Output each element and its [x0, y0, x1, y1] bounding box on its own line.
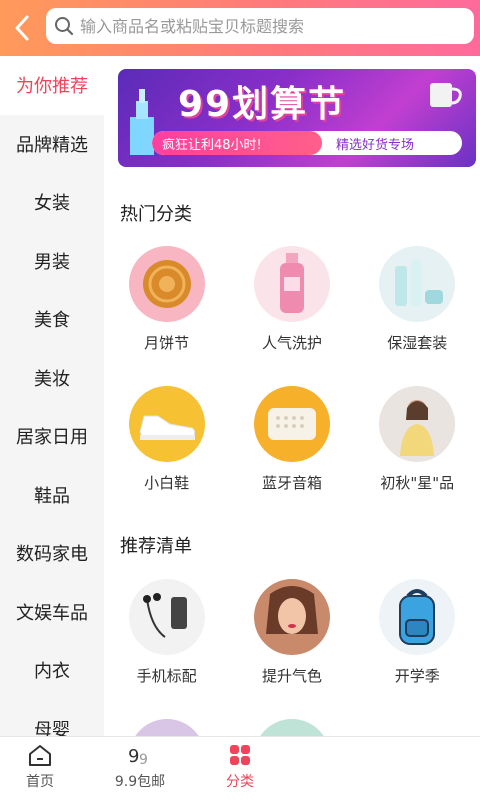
home-icon: [29, 745, 51, 766]
hot-item-label: 蓝牙音箱: [261, 474, 322, 492]
sidebar-item-food[interactable]: 美食: [0, 290, 104, 349]
sidebar-item-men[interactable]: 男装: [0, 232, 104, 291]
hot-item-label: 保湿套装: [387, 334, 448, 352]
recommend-grid: 手机标配 提升气色 开学季: [104, 579, 480, 736]
hot-item-white-shoes[interactable]: 小白鞋: [104, 386, 229, 494]
svg-text:9: 9: [139, 752, 148, 767]
sidebar-item-beauty[interactable]: 美妆: [0, 349, 104, 408]
hot-item-label: 月饼节: [144, 334, 190, 352]
banner-title: 99划算节: [178, 84, 347, 125]
sidebar-item-entertainment[interactable]: 文娱车品: [0, 583, 104, 642]
tab-home[interactable]: 首页: [0, 737, 80, 800]
skincare-set-icon: [395, 260, 444, 306]
tab-label: 首页: [26, 774, 54, 790]
hot-item-label: 人气洗护: [261, 334, 322, 352]
banner-pill: 疯狂让利48小时! 精选好货专场: [152, 131, 462, 155]
hot-item-mooncake[interactable]: 月饼节: [104, 246, 229, 354]
banner-left-text: 疯狂让利48小时!: [152, 131, 322, 155]
sidebar-item-baby[interactable]: 母婴: [0, 700, 104, 736]
recommend-item-back-to-school[interactable]: 开学季: [355, 579, 480, 687]
recommend-item-complexion[interactable]: 提升气色: [229, 579, 354, 687]
person-icon: [400, 400, 435, 456]
back-button[interactable]: [0, 0, 44, 56]
speaker-image: [253, 386, 330, 462]
shampoo-image: [253, 246, 330, 322]
tab-label: 9.9包邮: [114, 774, 166, 790]
chevron-left-icon: [15, 15, 29, 41]
face-icon: [265, 586, 318, 634]
banner-right-text: 精选好货专场: [336, 137, 415, 153]
sneaker-icon: [139, 415, 195, 440]
svg-text:9: 9: [128, 746, 139, 767]
hot-item-label: 初秋"星"品: [380, 474, 455, 492]
recommend-item-label: 手机标配: [136, 667, 197, 685]
sidebar-item-digital[interactable]: 数码家电: [0, 524, 104, 583]
sidebar-item-home[interactable]: 居家日用: [0, 407, 104, 466]
earphones-icon: [142, 593, 187, 638]
search-icon: [55, 17, 74, 36]
backpack-icon: [399, 589, 436, 645]
sidebar-item-shoes[interactable]: 鞋品: [0, 466, 104, 525]
bottom-nav: 首页 9 9 9.9包邮 分类: [0, 736, 480, 800]
skincare-image: [379, 246, 456, 322]
tab-label: 分类: [226, 774, 254, 790]
sidebar-item-brand[interactable]: 品牌精选: [0, 115, 104, 174]
recommend-item-partial[interactable]: [229, 719, 354, 736]
hot-item-autumn-star[interactable]: 初秋"星"品: [355, 386, 480, 494]
hot-item-haircare[interactable]: 人气洗护: [229, 246, 354, 354]
tab-category[interactable]: 分类: [200, 737, 280, 800]
sidebar-item-women[interactable]: 女装: [0, 173, 104, 232]
partial-image: [128, 719, 205, 736]
hot-item-moisturizing[interactable]: 保湿套装: [355, 246, 480, 354]
sidebar-item-recommend[interactable]: 为你推荐: [0, 56, 104, 115]
nine-nine-icon: 9 9: [128, 746, 148, 767]
category-grid-icon: [230, 745, 250, 765]
tab-nine-nine[interactable]: 9 9 9.9包邮: [100, 737, 180, 800]
hot-category-grid: 月饼节 人气洗护 保湿套装 小白鞋 蓝牙音箱 初秋"星"品: [104, 246, 480, 494]
category-sidebar: 为你推荐 品牌精选 女装 男装 美食 美妆 居家日用 鞋品 数码家电 文娱车品 …: [0, 56, 104, 736]
promo-banner[interactable]: 99划算节 疯狂让利48小时! 精选好货专场: [118, 69, 476, 167]
sidebar-item-underwear[interactable]: 内衣: [0, 641, 104, 700]
hot-section-title: 热门分类: [120, 204, 192, 225]
top-bar: [0, 0, 480, 56]
hot-item-bt-speaker[interactable]: 蓝牙音箱: [229, 386, 354, 494]
recommend-item-partial[interactable]: [104, 719, 229, 736]
recommend-item-phone-accessories[interactable]: 手机标配: [104, 579, 229, 687]
hot-item-label: 小白鞋: [144, 474, 190, 492]
recommend-item-label: 开学季: [394, 667, 440, 685]
search-input[interactable]: [80, 8, 474, 44]
shampoo-bottle-icon: [279, 253, 304, 313]
partial-image: [253, 719, 330, 736]
model-lipstick-image: [253, 579, 330, 655]
category-content: 99划算节 疯狂让利48小时! 精选好货专场 热门分类 月饼节 人气洗护 保湿套…: [104, 56, 480, 736]
earphones-image: [128, 579, 205, 655]
speaker-icon: [267, 408, 316, 440]
recommend-item-label: 提升气色: [261, 667, 322, 685]
recommend-section-title: 推荐清单: [120, 536, 192, 557]
cup-icon: [430, 83, 462, 107]
model-image: [379, 386, 456, 462]
search-box[interactable]: [46, 8, 474, 44]
mooncake-icon: [142, 260, 191, 308]
sneaker-image: [128, 386, 205, 462]
mooncake-image: [128, 246, 205, 322]
backpack-image: [379, 579, 456, 655]
